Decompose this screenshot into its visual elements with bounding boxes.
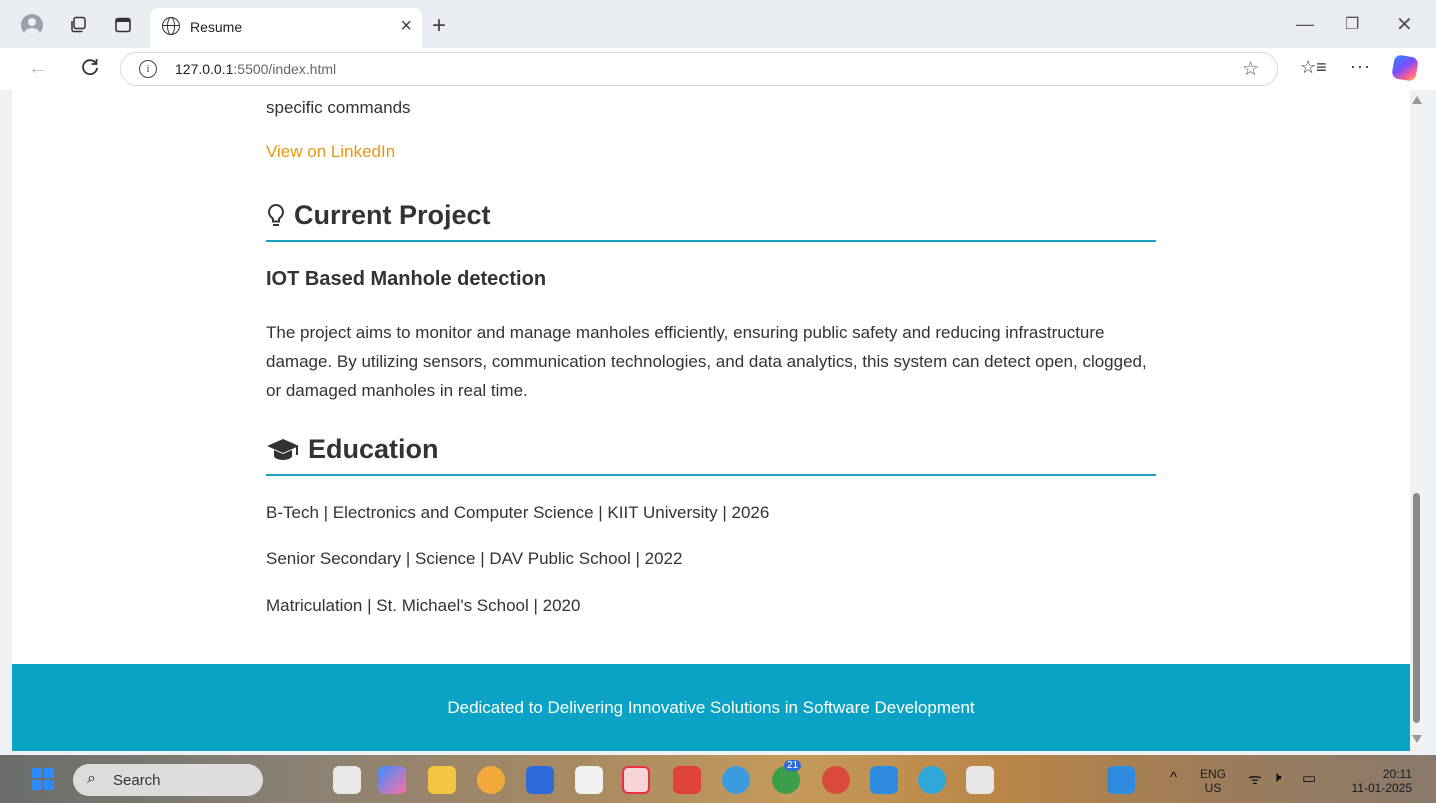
lightbulb-icon xyxy=(266,202,286,230)
page-viewport: specific commands View on LinkedIn Curre… xyxy=(12,90,1410,751)
education-item: B-Tech | Electronics and Computer Scienc… xyxy=(266,503,770,522)
scroll-down-arrow-icon[interactable] xyxy=(1412,735,1422,743)
windows-taskbar: ⌕ Search 21 ^ ENG US ᯤ 🕨 ▭ 20:11 11-01-2… xyxy=(0,755,1436,803)
wifi-icon[interactable]: ᯤ xyxy=(1248,769,1262,789)
language-indicator[interactable]: ENG US xyxy=(1200,767,1226,795)
widgets-app-icon[interactable] xyxy=(1107,766,1135,794)
more-menu-icon[interactable]: ··· xyxy=(1350,56,1371,77)
vscode-icon[interactable] xyxy=(870,766,898,794)
back-button[interactable]: ← xyxy=(28,57,48,80)
globe-icon xyxy=(162,17,180,35)
education-item: Matriculation | St. Michael's School | 2… xyxy=(266,596,581,615)
url-input[interactable]: i 127.0.0.1:5500/index.html ☆ xyxy=(120,52,1278,86)
current-project-section-header: Current Project xyxy=(266,192,1156,242)
url-text: 127.0.0.1:5500/index.html xyxy=(175,61,337,77)
chrome-profile-r-icon[interactable] xyxy=(822,766,850,794)
vertical-tabs-icon[interactable] xyxy=(111,13,135,37)
experience-text-tail: specific commands xyxy=(266,98,411,117)
ink-app-icon[interactable] xyxy=(575,766,603,794)
taskbar-search-label: Search xyxy=(113,772,161,789)
taskbar-search[interactable]: ⌕ Search xyxy=(73,764,263,796)
new-tab-button[interactable]: + xyxy=(432,12,446,40)
refresh-button[interactable] xyxy=(80,57,100,83)
restore-button[interactable]: ❐ xyxy=(1345,14,1359,34)
graduation-cap-icon xyxy=(266,437,300,463)
profile-icon[interactable] xyxy=(20,13,44,37)
scroll-up-arrow-icon[interactable] xyxy=(1412,96,1422,104)
favorite-star-icon[interactable]: ☆ xyxy=(1242,58,1259,81)
address-bar: ← i 127.0.0.1:5500/index.html ☆ ☆≡ ··· xyxy=(0,48,1436,90)
close-window-button[interactable]: ✕ xyxy=(1396,12,1413,37)
file-explorer-icon[interactable] xyxy=(428,766,456,794)
store-icon[interactable] xyxy=(526,766,554,794)
battery-icon[interactable]: ▭ xyxy=(1302,769,1316,787)
windows-start-icon[interactable] xyxy=(32,768,54,790)
project-description: The project aims to monitor and manage m… xyxy=(266,323,1147,400)
education-heading: Education xyxy=(308,434,439,464)
education-item: Senior Secondary | Science | DAV Public … xyxy=(266,549,683,568)
show-hidden-icons[interactable]: ^ xyxy=(1170,769,1177,786)
chrome-profile-icon[interactable] xyxy=(722,766,750,794)
edge-icon[interactable] xyxy=(918,766,946,794)
snipping-tool-icon[interactable] xyxy=(966,766,994,794)
minimize-button[interactable]: — xyxy=(1296,14,1314,35)
task-view-icon[interactable] xyxy=(333,766,361,794)
view-on-linkedin-link[interactable]: View on LinkedIn xyxy=(266,142,395,162)
copilot-app-icon[interactable] xyxy=(378,766,406,794)
page-scrollbar[interactable] xyxy=(1410,90,1424,751)
footer-tagline: Dedicated to Delivering Innovative Solut… xyxy=(447,698,975,717)
workspaces-icon[interactable] xyxy=(66,13,90,37)
notification-badge: 21 xyxy=(784,760,802,771)
wps-office-icon[interactable] xyxy=(673,766,701,794)
weather-icon[interactable] xyxy=(477,766,505,794)
copilot-icon[interactable] xyxy=(1391,54,1419,82)
chrome-badge-icon[interactable]: 21 xyxy=(772,760,802,794)
search-icon: ⌕ xyxy=(87,770,96,787)
page-footer: Dedicated to Delivering Innovative Solut… xyxy=(12,664,1410,751)
opera-icon[interactable] xyxy=(622,766,650,794)
close-tab-icon[interactable]: × xyxy=(400,15,412,38)
project-title: IOT Based Manhole detection xyxy=(266,268,547,290)
education-section-header: Education xyxy=(266,426,1156,476)
browser-tab-bar: Resume × + — ❐ ✕ xyxy=(0,0,1436,48)
current-project-heading: Current Project xyxy=(294,200,491,230)
browser-tab-resume[interactable]: Resume × xyxy=(150,8,422,48)
volume-muted-icon[interactable]: 🕨 xyxy=(1272,769,1281,786)
site-info-icon[interactable]: i xyxy=(139,60,157,78)
favorites-icon[interactable]: ☆≡ xyxy=(1300,57,1327,78)
tab-title: Resume xyxy=(190,19,243,35)
clock[interactable]: 20:11 11-01-2025 xyxy=(1338,767,1413,795)
scrollbar-thumb[interactable] xyxy=(1413,493,1420,723)
